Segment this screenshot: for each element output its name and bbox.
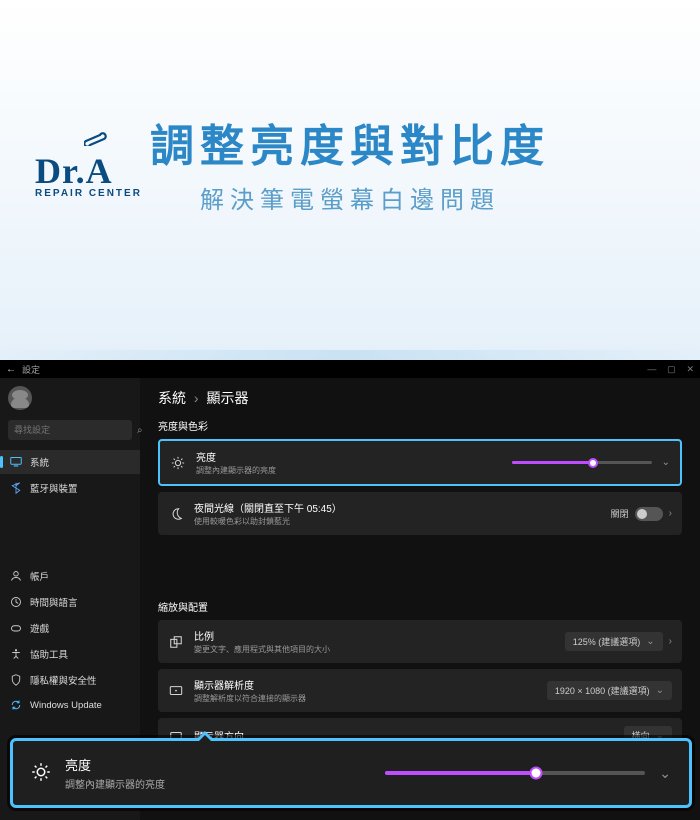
callout-sub: 調整內建顯示器的亮度 — [65, 776, 371, 791]
search-input[interactable]: ⌕ — [8, 420, 132, 440]
resolution-sub: 調整解析度以符合連接的顯示器 — [194, 693, 537, 704]
user-avatar[interactable] — [8, 386, 32, 410]
night-light-title: 夜間光線（關閉直至下午 05:45） — [194, 500, 601, 515]
section-brightness-color: 亮度與色彩 — [158, 418, 682, 433]
night-light-toggle[interactable] — [635, 507, 663, 521]
resolution-title: 顯示器解析度 — [194, 677, 537, 692]
breadcrumb-parent[interactable]: 系統 — [158, 390, 186, 406]
sidebar-item-label: 隱私權與安全性 — [30, 673, 97, 687]
window-title: 設定 — [22, 363, 40, 376]
time-language-icon — [10, 596, 22, 608]
minimize-button[interactable]: — — [647, 364, 656, 374]
sidebar-item-label: 遊戲 — [30, 621, 49, 635]
back-button[interactable]: ← — [6, 364, 16, 375]
search-icon: ⌕ — [137, 425, 143, 436]
logo-text-a: A — [86, 150, 113, 192]
sidebar-item-time-language[interactable]: 時間與語言 — [0, 590, 140, 614]
section-scale-layout: 縮放與配置 — [158, 599, 682, 614]
breadcrumb: 系統 › 顯示器 — [158, 388, 682, 408]
window-controls: — ▢ ✕ — [639, 364, 694, 375]
breadcrumb-current: 顯示器 — [206, 390, 248, 406]
callout-brightness-slider[interactable] — [385, 771, 645, 775]
night-light-card[interactable]: 夜間光線（關閉直至下午 05:45） 使用較暖色彩以助封鎖藍光 關閉 › — [158, 492, 682, 535]
sidebar-item-accessibility[interactable]: 協助工具 — [0, 642, 140, 666]
sidebar-item-privacy[interactable]: 隱私權與安全性 — [0, 668, 140, 692]
sidebar-item-label: Windows Update — [30, 700, 102, 711]
brightness-callout: 亮度 調整內建顯示器的亮度 ⌄ — [10, 738, 692, 808]
scale-card[interactable]: 比例 變更文字、應用程式與其他項目的大小 125% (建議選項) ⌄ › — [158, 620, 682, 663]
logo-text-dr: Dr. — [35, 151, 86, 191]
callout-title: 亮度 — [65, 755, 371, 774]
brightness-icon — [170, 456, 186, 470]
settings-window: ← 設定 — ▢ ✕ ⌕ 系統 藍牙與裝置 — [0, 360, 700, 820]
gaming-icon — [10, 622, 22, 634]
account-icon — [10, 570, 22, 582]
chevron-right-icon: › — [194, 390, 199, 406]
chevron-right-icon[interactable]: › — [669, 636, 672, 647]
brightness-icon — [31, 762, 51, 785]
close-button[interactable]: ✕ — [686, 364, 694, 374]
resolution-icon — [168, 684, 184, 698]
sidebar-item-label: 系統 — [30, 455, 49, 469]
chevron-down-icon[interactable]: ⌄ — [662, 457, 670, 468]
scale-dropdown[interactable]: 125% (建議選項) ⌄ — [565, 632, 663, 651]
chevron-right-icon[interactable]: › — [669, 508, 672, 519]
system-icon — [10, 456, 22, 468]
sidebar-item-gaming[interactable]: 遊戲 — [0, 616, 140, 640]
sidebar-item-label: 藍牙與裝置 — [30, 481, 78, 495]
resolution-value: 1920 × 1080 (建議選項) — [555, 684, 650, 697]
bluetooth-icon — [10, 482, 22, 494]
wrench-icon — [84, 132, 110, 146]
sidebar-item-accounts[interactable]: 帳戶 — [0, 564, 140, 588]
scale-value: 125% (建議選項) — [573, 635, 641, 648]
scale-title: 比例 — [194, 628, 555, 643]
brightness-title: 亮度 — [196, 449, 502, 464]
resolution-card[interactable]: 顯示器解析度 調整解析度以符合連接的顯示器 1920 × 1080 (建議選項)… — [158, 669, 682, 712]
sidebar-item-bluetooth[interactable]: 藍牙與裝置 — [0, 476, 140, 500]
chevron-down-icon: ⌄ — [646, 636, 654, 647]
scale-icon — [168, 635, 184, 649]
sidebar-item-system[interactable]: 系統 — [0, 450, 140, 474]
maximize-button[interactable]: ▢ — [667, 364, 676, 374]
resolution-dropdown[interactable]: 1920 × 1080 (建議選項) ⌄ — [547, 681, 672, 700]
brightness-card[interactable]: 亮度 調整內建顯示器的亮度 ⌄ — [158, 439, 682, 486]
shield-icon — [10, 674, 22, 686]
chevron-down-icon: ⌄ — [656, 685, 664, 696]
night-light-sub: 使用較暖色彩以助封鎖藍光 — [194, 516, 601, 527]
window-titlebar: ← 設定 — ▢ ✕ — [0, 360, 700, 378]
brand-logo: Dr.A REPAIR CENTER — [35, 150, 142, 199]
brightness-sub: 調整內建顯示器的亮度 — [196, 465, 502, 476]
sidebar-item-windows-update[interactable]: Windows Update — [0, 694, 140, 716]
search-field[interactable] — [14, 425, 131, 435]
brightness-slider[interactable] — [512, 461, 652, 464]
chevron-down-icon[interactable]: ⌄ — [659, 765, 671, 782]
accessibility-icon — [10, 648, 22, 660]
sidebar-item-label: 時間與語言 — [30, 595, 78, 609]
windows-update-icon — [10, 699, 22, 711]
night-light-state-label: 關閉 — [611, 507, 629, 520]
night-light-icon — [168, 507, 184, 521]
sidebar-item-label: 帳戶 — [30, 569, 49, 583]
scale-sub: 變更文字、應用程式與其他項目的大小 — [194, 644, 555, 655]
sidebar-item-label: 協助工具 — [30, 647, 68, 661]
